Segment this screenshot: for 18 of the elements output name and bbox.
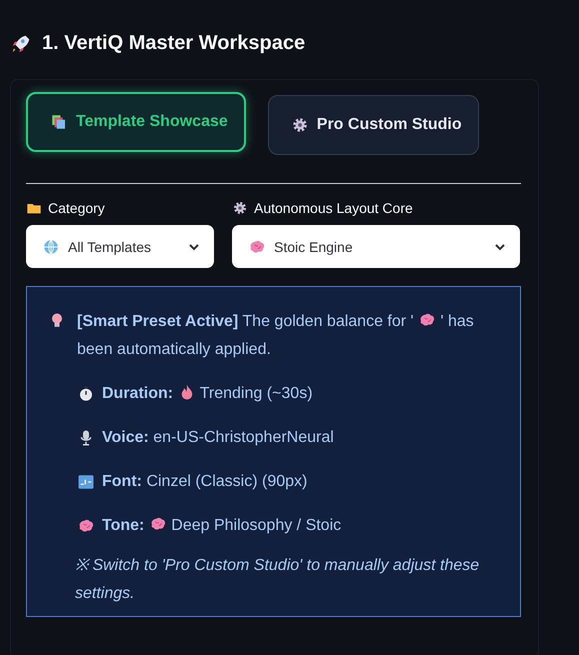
detail-line: Duration: Trending (~30s) [102,382,313,404]
stopwatch-icon [77,385,95,403]
info-note: ※ Switch to 'Pro Custom Studio' to manually adjust these settings. [75,556,480,604]
detail-line: Font: Cinzel (Classic) (90px) [102,472,308,492]
field-label: Category [48,200,105,216]
tab[interactable]: Template Showcase [26,92,246,152]
page-title: 1. VertiQ Master Workspace [42,32,306,55]
info-message: [Smart Preset Active] The golden balance for ' ' has been automatically applied. [77,310,475,360]
detail-line: Tone: Deep Philosophy / Stoic [102,514,342,536]
globe-icon [42,238,60,256]
select-field[interactable]: Stoic Engine [232,225,520,268]
field-label: Autonomous Layout Core [254,200,413,216]
select-field[interactable]: All Templates [26,225,214,268]
detail-line: Voice: en-US-ChristopherNeural [102,428,334,448]
gear-icon [290,116,309,134]
gear-icon [232,200,248,216]
tab[interactable]: Pro Custom Studio [268,95,479,155]
cards-icon [50,113,68,131]
